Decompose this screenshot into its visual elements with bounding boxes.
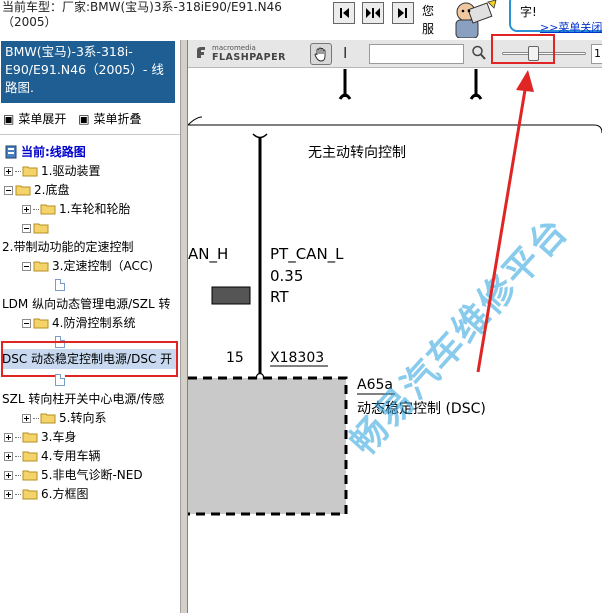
expand-icon: ▣ [3, 112, 15, 126]
wiring-diagram-icon [5, 145, 17, 159]
tree-item-cruise-brake[interactable]: 2.带制动功能的定速控制 [2, 238, 133, 256]
tree-item-folder[interactable] [22, 219, 52, 237]
tree-item-block-diagram[interactable]: 6.方框图 [4, 485, 88, 503]
tree-item-label: 5.转向系 [59, 411, 107, 425]
mascot-icon [455, 0, 497, 38]
greeting-text: 您服 [422, 4, 435, 36]
logo-big-text: FLASHPAPER [212, 52, 286, 63]
tree-item-ldm[interactable]: LDM 纵向动态管理电源/SZL 转 [2, 295, 170, 313]
module-box-fill [188, 378, 346, 514]
collapse-toggle-icon[interactable] [22, 318, 31, 328]
logo-small-text: macromedia [212, 44, 256, 52]
tree-item-doc[interactable] [55, 371, 65, 389]
next-page-icon [398, 8, 407, 18]
tree-item-szl[interactable]: SZL 转向柱开关中心电源/传感 [2, 390, 164, 408]
tree-item-label: 6.方框图 [41, 487, 89, 501]
folder-icon [40, 204, 56, 215]
folder-icon [22, 432, 38, 443]
tree-item-label: SZL 转向柱开关中心电源/传感 [2, 392, 165, 406]
wire-color-label: RT [270, 288, 289, 306]
diagram-heading: 无主动转向控制 [308, 145, 406, 161]
tree-item-label: 1.车轮和轮胎 [59, 202, 131, 216]
next-page-button[interactable] [392, 2, 414, 24]
car-year-line: （2005） [2, 15, 57, 29]
hand-icon [314, 47, 326, 62]
tree-item-label: LDM 纵向动态管理电源/SZL 转 [2, 297, 171, 311]
annotation-arrow-icon [476, 70, 534, 373]
tree-item-current[interactable]: 当前:线路图 [4, 143, 86, 161]
wire-color-swatch [211, 286, 251, 305]
right-wire-label: PT_CAN_L [270, 245, 344, 263]
menu-expand-link[interactable]: 菜单展开 [18, 112, 66, 126]
expand-toggle-icon[interactable] [4, 489, 13, 499]
folder-open-icon [33, 318, 49, 329]
menu-controls: ▣ 菜单展开 ▣ 菜单折叠 [3, 110, 146, 127]
folder-icon [22, 166, 38, 177]
hand-tool-button[interactable] [310, 43, 332, 65]
tree-item-body[interactable]: 3.车身 [4, 428, 76, 446]
document-icon [55, 279, 65, 291]
wire-break-symbol [252, 133, 268, 139]
wire-hook-left [338, 69, 352, 100]
collapse-toggle-icon[interactable] [22, 223, 31, 233]
tree-item-label: 4.防滑控制系统 [52, 316, 136, 330]
left-wire-label: AN_H [188, 245, 229, 263]
expand-arrows-icon [366, 8, 380, 18]
tree-item-label: 5.非电气诊断-NED [41, 468, 143, 482]
tree-item-label: 3.定速控制（ACC) [52, 259, 153, 273]
collapse-toggle-icon[interactable] [22, 261, 31, 271]
zoom-value-field[interactable]: 1 [591, 44, 602, 64]
tree-item-label: 当前:线路图 [21, 145, 86, 159]
menu-close-link[interactable]: >>菜单关闭 [540, 19, 602, 35]
tree-item-wheels[interactable]: 1.车轮和轮胎 [22, 200, 130, 218]
folder-icon [22, 470, 38, 481]
tree-item-chassis[interactable]: 2.底盘 [4, 181, 69, 199]
folder-open-icon [15, 185, 31, 196]
expand-toggle-icon[interactable] [22, 413, 31, 423]
tree-item-acc[interactable]: 3.定速控制（ACC) [22, 257, 153, 275]
collapse-icon: ▣ [78, 112, 90, 126]
tree-item-doc[interactable] [55, 276, 65, 294]
tree-item-label: 3.车身 [41, 430, 77, 444]
wire-size-label: 0.35 [270, 267, 304, 285]
expand-toggle-icon[interactable] [22, 204, 31, 214]
document-icon [55, 374, 65, 386]
folder-icon [22, 451, 38, 462]
bubble-text: 字! [520, 5, 537, 19]
tree-item-special[interactable]: 4.专用车辆 [4, 447, 100, 465]
panel-splitter[interactable] [180, 40, 188, 613]
text-select-icon[interactable]: I [343, 44, 347, 62]
first-page-icon [340, 8, 349, 18]
expand-toggle-icon[interactable] [4, 432, 13, 442]
collapse-toggle-icon[interactable] [4, 185, 13, 195]
tree-item-label: 1.驱动装置 [41, 164, 101, 178]
first-page-button[interactable] [333, 2, 355, 24]
tree-item-ned[interactable]: 5.非电气诊断-NED [4, 466, 143, 484]
pin-number: 15 [226, 350, 244, 366]
expand-toggle-icon[interactable] [4, 451, 13, 461]
folder-icon [40, 413, 56, 424]
highlight-box-dsc [1, 341, 178, 377]
tree-item-label: 2.带制动功能的定速控制 [2, 240, 134, 254]
expand-toggle-icon[interactable] [4, 166, 13, 176]
vehicle-title: BMW(宝马)-3系-318i-E90/E91.N46（2005）- 线路图. [1, 41, 175, 103]
find-input[interactable] [369, 44, 464, 64]
flashpaper-logo-icon [197, 47, 205, 58]
tree-item-label: 4.专用车辆 [41, 449, 101, 463]
folder-open-icon [33, 261, 49, 272]
folder-icon [22, 489, 38, 500]
menu-collapse-link[interactable]: 菜单折叠 [94, 112, 142, 126]
folder-icon [33, 223, 49, 234]
tree-item-traction[interactable]: 4.防滑控制系统 [22, 314, 135, 332]
car-model-line: 当前车型：厂家:BMW(宝马)3系-318iE90/E91.N46 [2, 0, 282, 14]
expand-pages-button[interactable] [362, 2, 384, 24]
tree-item-steering[interactable]: 5.转向系 [22, 409, 106, 427]
connector-id: X18303 [270, 350, 325, 366]
expand-toggle-icon[interactable] [4, 470, 13, 480]
tree-item-label: 2.底盘 [34, 183, 70, 197]
sidebar-separator [0, 134, 180, 135]
tree-item-drive[interactable]: 1.驱动装置 [4, 162, 100, 180]
